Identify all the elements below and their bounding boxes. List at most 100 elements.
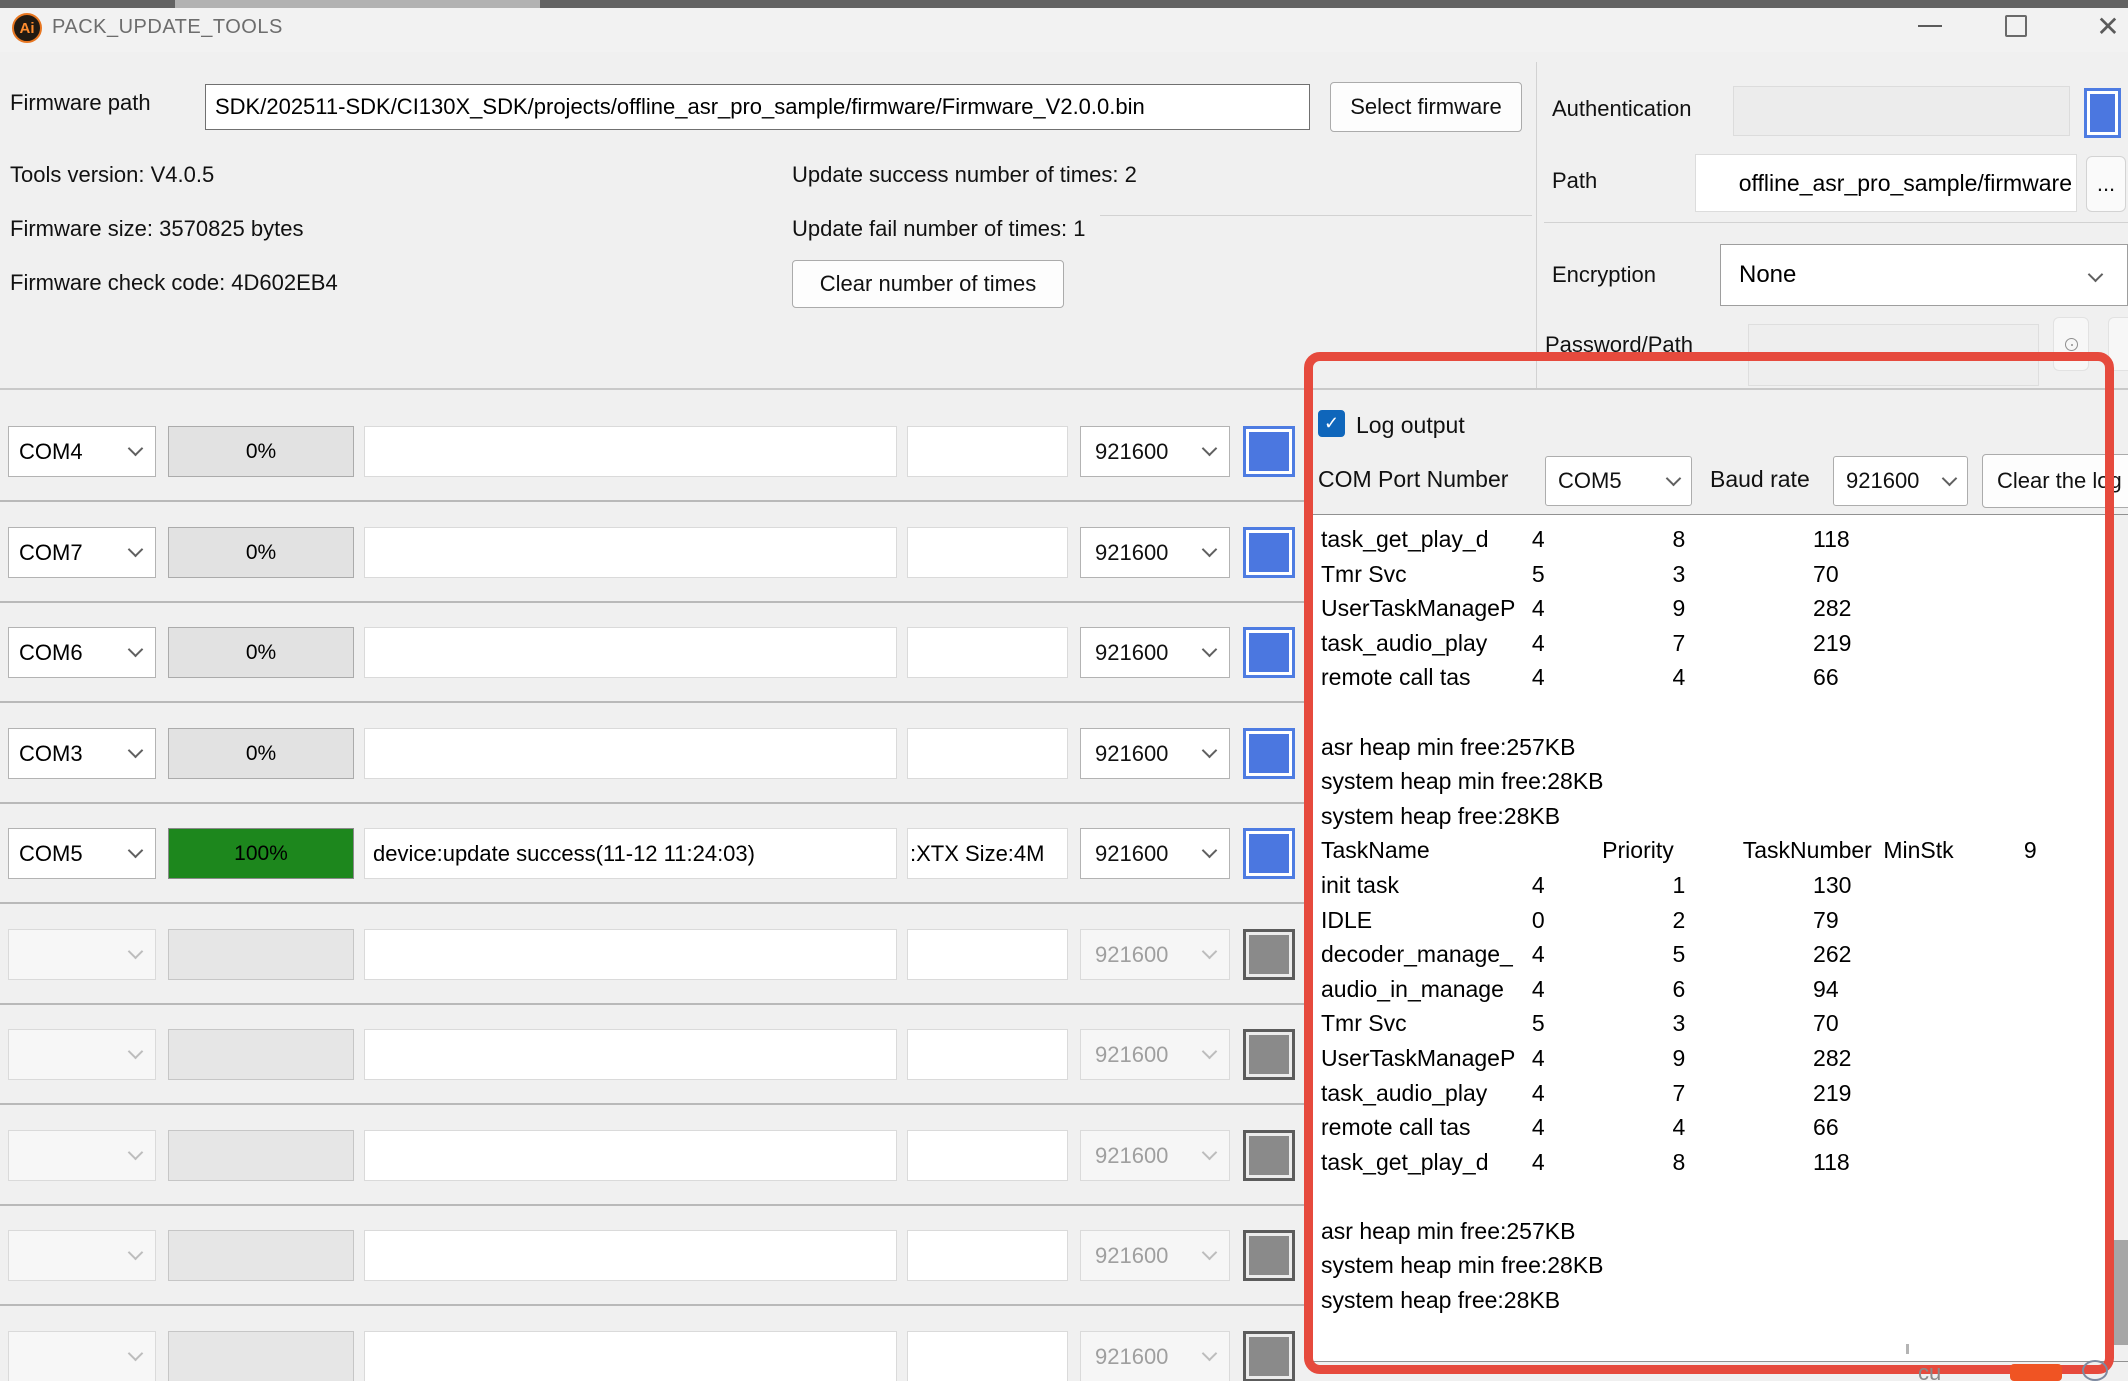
update-action-button[interactable] [1243, 929, 1295, 980]
authentication-label: Authentication [1552, 96, 1691, 122]
com-row: 921600 [0, 1029, 1310, 1080]
baud-rate-select[interactable]: 921600 [1080, 1331, 1230, 1381]
update-action-button[interactable] [1243, 1331, 1295, 1381]
browse-path-button[interactable]: ... [2086, 156, 2126, 212]
info-field[interactable] [907, 426, 1068, 477]
info-field[interactable] [907, 527, 1068, 578]
path-input[interactable]: offline_asr_pro_sample/firmware [1695, 154, 2077, 212]
com-port-select[interactable]: COM7 [8, 527, 156, 578]
row-separator [0, 902, 1310, 904]
log-scrollbar-track[interactable] [2112, 515, 2128, 1361]
info-value: :XTX Size:4M [910, 841, 1044, 867]
status-message-field[interactable] [364, 1331, 897, 1381]
path-label: Path [1552, 168, 1597, 194]
authentication-action-button[interactable] [2084, 88, 2121, 138]
status-message-field[interactable] [364, 1230, 897, 1281]
com-port-select[interactable] [8, 1130, 156, 1181]
info-field[interactable] [907, 1331, 1068, 1381]
progress-bar [168, 1331, 354, 1381]
baud-rate-select[interactable]: 921600 [1080, 929, 1230, 980]
update-fail-count-text: Update fail number of times: 1 [792, 216, 1085, 242]
update-action-button[interactable] [1243, 426, 1295, 477]
maximize-button[interactable] [1993, 6, 2039, 46]
info-field[interactable] [907, 728, 1068, 779]
chevron-down-icon [128, 1245, 144, 1261]
log-output-checkbox[interactable]: ✓ [1318, 410, 1345, 437]
firmware-path-input[interactable]: SDK/202511-SDK/CI130X_SDK/projects/offli… [205, 84, 1310, 130]
baud-rate-select[interactable]: 921600 [1080, 426, 1230, 477]
status-message-field[interactable] [364, 1130, 897, 1181]
update-action-button[interactable] [1243, 828, 1295, 879]
show-password-button[interactable] [2053, 317, 2089, 371]
com-port-select[interactable]: COM4 [8, 426, 156, 477]
baud-rate-select[interactable]: 921600 [1080, 1230, 1230, 1281]
com-port-select[interactable] [8, 1230, 156, 1281]
select-firmware-button[interactable]: Select firmware [1330, 82, 1522, 132]
row-separator [0, 1103, 1310, 1105]
status-message-field[interactable]: device:update success(11-12 11:24:03) [364, 828, 897, 879]
row-separator [0, 500, 1310, 502]
log-baud-rate-select[interactable]: 921600 [1833, 456, 1968, 506]
separator [0, 388, 2128, 390]
info-field[interactable] [907, 1029, 1068, 1080]
password-path-label: Password/Path [1545, 332, 1693, 358]
chevron-down-icon [1202, 542, 1218, 558]
com-port-select[interactable]: COM6 [8, 627, 156, 678]
update-action-button[interactable] [1243, 527, 1295, 578]
com-port-value: COM6 [19, 640, 83, 666]
clear-log-button[interactable]: Clear the log [1982, 454, 2128, 508]
baud-rate-select[interactable]: 921600 [1080, 828, 1230, 879]
progress-value: 0% [246, 541, 276, 565]
progress-bar [168, 1230, 354, 1281]
log-scrollbar-thumb[interactable] [2112, 1240, 2128, 1345]
update-action-button[interactable] [1243, 1029, 1295, 1080]
baud-rate-select[interactable]: 921600 [1080, 527, 1230, 578]
close-button[interactable]: ✕ [2085, 6, 2128, 46]
info-field[interactable] [907, 1230, 1068, 1281]
password-path-field[interactable] [1748, 324, 2039, 386]
encryption-label: Encryption [1552, 262, 1656, 288]
com-port-select[interactable] [8, 1331, 156, 1381]
password-browse-button[interactable] [2108, 317, 2128, 371]
com-row: 921600 [0, 1331, 1310, 1381]
update-action-button[interactable] [1243, 1130, 1295, 1181]
baud-rate-select[interactable]: 921600 [1080, 728, 1230, 779]
chevron-down-icon [128, 1145, 144, 1161]
info-field[interactable]: :XTX Size:4M [907, 828, 1068, 879]
window-title: PACK_UPDATE_TOOLS [52, 16, 283, 39]
status-message-field[interactable] [364, 426, 897, 477]
app-window: Ai PACK_UPDATE_TOOLS ✕ Firmware path SDK… [0, 0, 2128, 1381]
com-port-select[interactable] [8, 929, 156, 980]
progress-value: 100% [234, 842, 288, 866]
update-action-button[interactable] [1243, 627, 1295, 678]
chevron-down-icon [128, 441, 144, 457]
com-row: COM5 100% device:update success(11-12 11… [0, 828, 1310, 879]
row-separator [0, 1204, 1310, 1206]
vertical-divider [1536, 62, 1537, 388]
status-message-field[interactable] [364, 627, 897, 678]
chevron-down-icon [1202, 642, 1218, 658]
info-field[interactable] [907, 1130, 1068, 1181]
encryption-select[interactable]: None [1720, 244, 2128, 306]
com-port-select[interactable]: COM5 [8, 828, 156, 879]
clear-number-of-times-button[interactable]: Clear number of times [792, 260, 1064, 308]
com-port-select[interactable]: COM3 [8, 728, 156, 779]
status-message-field[interactable] [364, 929, 897, 980]
authentication-field[interactable] [1733, 86, 2070, 136]
minimize-button[interactable] [1907, 6, 1953, 46]
update-action-button[interactable] [1243, 728, 1295, 779]
log-com-port-select[interactable]: COM5 [1545, 456, 1692, 506]
status-message-field[interactable] [364, 527, 897, 578]
log-output-area[interactable]: task_get_play_d 4 8 118 Tmr Svc 5 3 70 U… [1312, 514, 2128, 1362]
status-message-field[interactable] [364, 1029, 897, 1080]
info-field[interactable] [907, 929, 1068, 980]
update-action-button[interactable] [1243, 1230, 1295, 1281]
status-message-field[interactable] [364, 728, 897, 779]
baud-rate-select[interactable]: 921600 [1080, 627, 1230, 678]
info-field[interactable] [907, 627, 1068, 678]
baud-rate-select[interactable]: 921600 [1080, 1130, 1230, 1181]
com-row: COM3 0% 921600 [0, 728, 1310, 779]
com-port-select[interactable] [8, 1029, 156, 1080]
chevron-down-icon [128, 843, 144, 859]
baud-rate-select[interactable]: 921600 [1080, 1029, 1230, 1080]
